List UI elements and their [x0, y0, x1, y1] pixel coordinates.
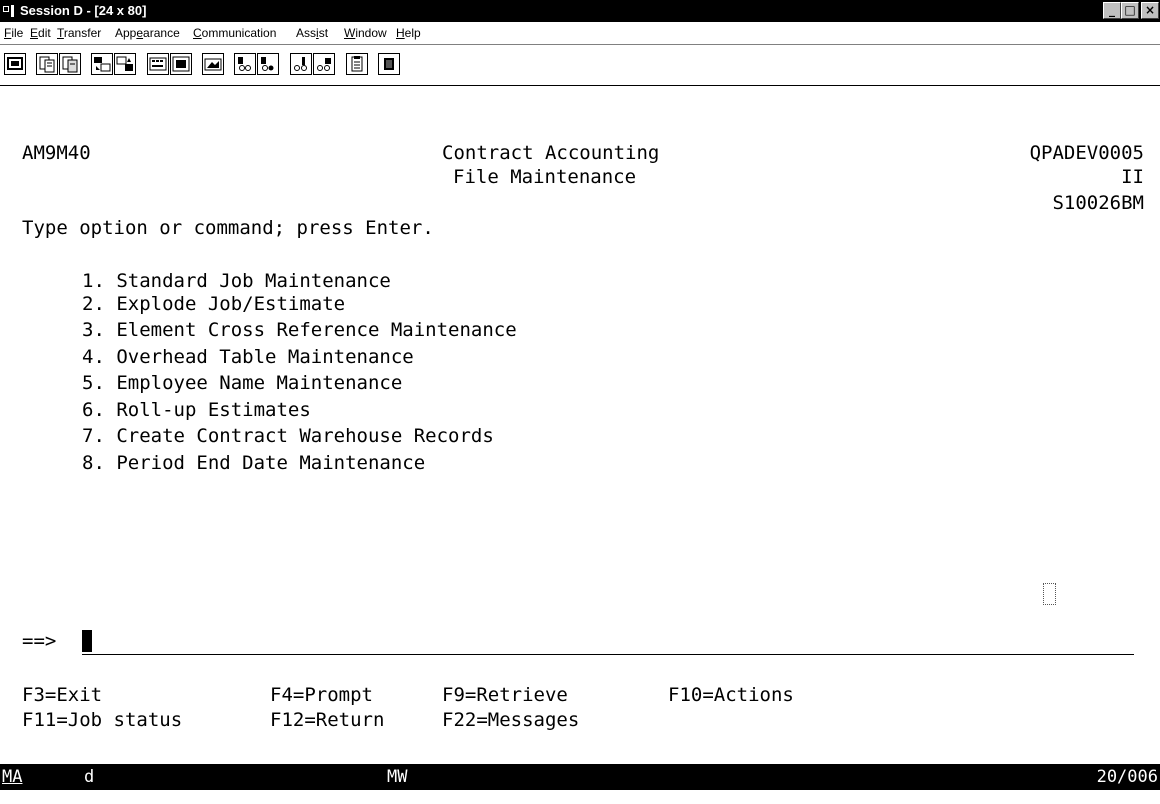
macro-icon — [204, 58, 222, 71]
color-map-button[interactable] — [378, 53, 400, 75]
menu-option-6[interactable]: 6. Roll-up Estimates — [82, 399, 311, 421]
command-input-line[interactable] — [82, 654, 1134, 655]
window-title: Session D - [24 x 80] — [20, 3, 147, 18]
cursor-position: 20/006 — [1096, 767, 1158, 787]
copy-icon — [39, 56, 55, 73]
menu-communication[interactable]: Communication — [193, 26, 276, 40]
maximize-button[interactable]: □ — [1121, 2, 1139, 19]
close-icon: × — [1144, 3, 1156, 17]
menu-option-8[interactable]: 8. Period End Date Maintenance — [82, 452, 425, 474]
f22-messages-key[interactable]: F22=Messages — [442, 709, 579, 731]
menu-option-7[interactable]: 7. Create Contract Warehouse Records — [82, 425, 494, 447]
start-icon — [294, 57, 307, 71]
paste-button[interactable] — [59, 53, 81, 75]
play-macro-button[interactable] — [257, 53, 279, 75]
operator-info-area: MA d MW 20/006 — [0, 764, 1160, 790]
record-macro-icon — [238, 57, 251, 71]
title-bar[interactable]: Session D - [24 x 80] _ □ × — [0, 0, 1160, 22]
menu-appearance[interactable]: Appearance — [115, 26, 180, 40]
paste-icon — [62, 56, 78, 73]
minimize-button[interactable]: _ — [1103, 2, 1121, 19]
f10-actions-key[interactable]: F10=Actions — [668, 684, 794, 706]
send-file-button[interactable] — [91, 53, 113, 75]
menu-option-3[interactable]: 3. Element Cross Reference Maintenance — [82, 319, 517, 341]
menu-transfer[interactable]: Transfer — [57, 26, 101, 40]
f4-prompt-key[interactable]: F4=Prompt — [270, 684, 373, 706]
play-macro-icon — [261, 57, 274, 71]
keypad-button[interactable] — [147, 53, 169, 75]
terminal-screen[interactable]: AM9M40 Contract Accounting QPADEV0005 Fi… — [0, 86, 1160, 764]
receive-file-icon — [116, 56, 133, 71]
clipboard-button[interactable] — [346, 53, 368, 75]
menu-window[interactable]: Window — [344, 26, 387, 40]
stop-button[interactable] — [313, 53, 335, 75]
screen-title: Contract Accounting — [442, 142, 660, 164]
macro-button[interactable] — [202, 53, 224, 75]
maximize-icon: □ — [1124, 3, 1136, 17]
text-cursor — [82, 630, 92, 652]
receive-file-button[interactable] — [114, 53, 136, 75]
instruction-text: Type option or command; press Enter. — [22, 217, 434, 239]
command-prompt: ==> — [22, 630, 57, 652]
minimize-icon: _ — [1109, 3, 1115, 17]
color-map-icon — [384, 58, 394, 70]
toolbar — [0, 45, 1160, 86]
menu-help[interactable]: Help — [396, 26, 421, 40]
cursor-marker — [1043, 583, 1056, 605]
menu-option-2[interactable]: 2. Explode Job/Estimate — [82, 293, 345, 315]
status-session: d — [84, 767, 95, 787]
send-file-icon — [94, 57, 111, 72]
record-macro-button[interactable] — [234, 53, 256, 75]
copy-button[interactable] — [36, 53, 58, 75]
menu-option-4[interactable]: 4. Overhead Table Maintenance — [82, 346, 414, 368]
menu-assist[interactable]: Assist — [296, 26, 328, 40]
menu-option-1[interactable]: 1. Standard Job Maintenance — [82, 270, 391, 292]
f12-return-key[interactable]: F12=Return — [270, 709, 384, 731]
menu-file[interactable]: File — [4, 26, 23, 40]
display-button[interactable] — [170, 53, 192, 75]
stop-icon — [317, 58, 331, 71]
close-button[interactable]: × — [1141, 2, 1159, 19]
screen-subtitle: File Maintenance — [453, 166, 637, 188]
clipboard-icon — [351, 56, 363, 72]
f11-job-status-key[interactable]: F11=Job status — [22, 709, 182, 731]
program-id: AM9M40 — [22, 142, 91, 164]
display-icon — [172, 56, 190, 72]
system-code: II — [1121, 166, 1144, 188]
menu-edit[interactable]: Edit — [30, 26, 51, 40]
status-mode: MW — [387, 767, 408, 787]
window-bottom-edge — [0, 790, 1160, 804]
device-name: QPADEV0005 — [1029, 142, 1144, 164]
print-screen-button[interactable] — [4, 53, 26, 75]
menu-option-5[interactable]: 5. Employee Name Maintenance — [82, 372, 402, 394]
f3-exit-key[interactable]: F3=Exit — [22, 684, 102, 706]
system-name: S10026BM — [1052, 192, 1144, 214]
start-button[interactable] — [290, 53, 312, 75]
session-icon — [3, 5, 14, 17]
f9-retrieve-key[interactable]: F9=Retrieve — [442, 684, 568, 706]
print-screen-icon — [7, 57, 23, 70]
status-ma: MA — [2, 767, 23, 787]
emulator-window: Session D - [24 x 80] _ □ × File Edit Tr… — [0, 0, 1160, 804]
keypad-icon — [149, 57, 167, 71]
menu-bar: File Edit Transfer Appearance Communicat… — [0, 22, 1160, 45]
